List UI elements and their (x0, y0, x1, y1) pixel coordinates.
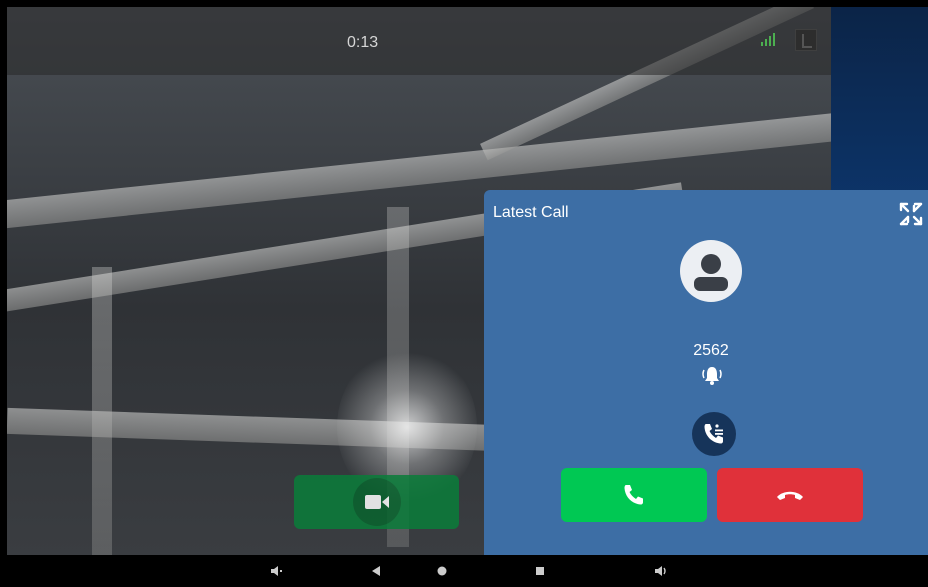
volume-down-icon[interactable] (268, 563, 284, 579)
panel-title: Latest Call (493, 204, 569, 221)
home-circle-icon[interactable] (434, 563, 450, 579)
screen: 0:13 Latest Call 2562 (7, 7, 928, 555)
person-avatar-icon (680, 240, 742, 302)
system-navigation-bar (0, 555, 928, 587)
answer-call-button[interactable] (561, 468, 707, 522)
decline-call-button[interactable] (717, 468, 863, 522)
video-camera-icon (364, 495, 389, 509)
phone-answer-icon (624, 485, 643, 505)
signal-strength-icon (761, 32, 775, 46)
latest-call-panel: Latest Call 2562 (484, 190, 928, 555)
video-call-button[interactable] (294, 475, 459, 529)
call-transfer-button[interactable] (692, 412, 736, 456)
collapse-icon[interactable] (897, 200, 925, 228)
recents-square-icon[interactable] (532, 563, 548, 579)
call-timer: 0:13 (347, 34, 379, 51)
back-triangle-icon[interactable] (368, 563, 384, 579)
call-status-bar: 0:13 (7, 7, 831, 75)
sim-card-icon (795, 29, 817, 51)
call-transfer-icon (704, 424, 723, 444)
volume-up-icon[interactable] (652, 563, 670, 579)
caller-number: 2562 (693, 342, 729, 359)
ringing-bell-icon (702, 367, 722, 385)
phone-hangup-icon (777, 491, 803, 500)
